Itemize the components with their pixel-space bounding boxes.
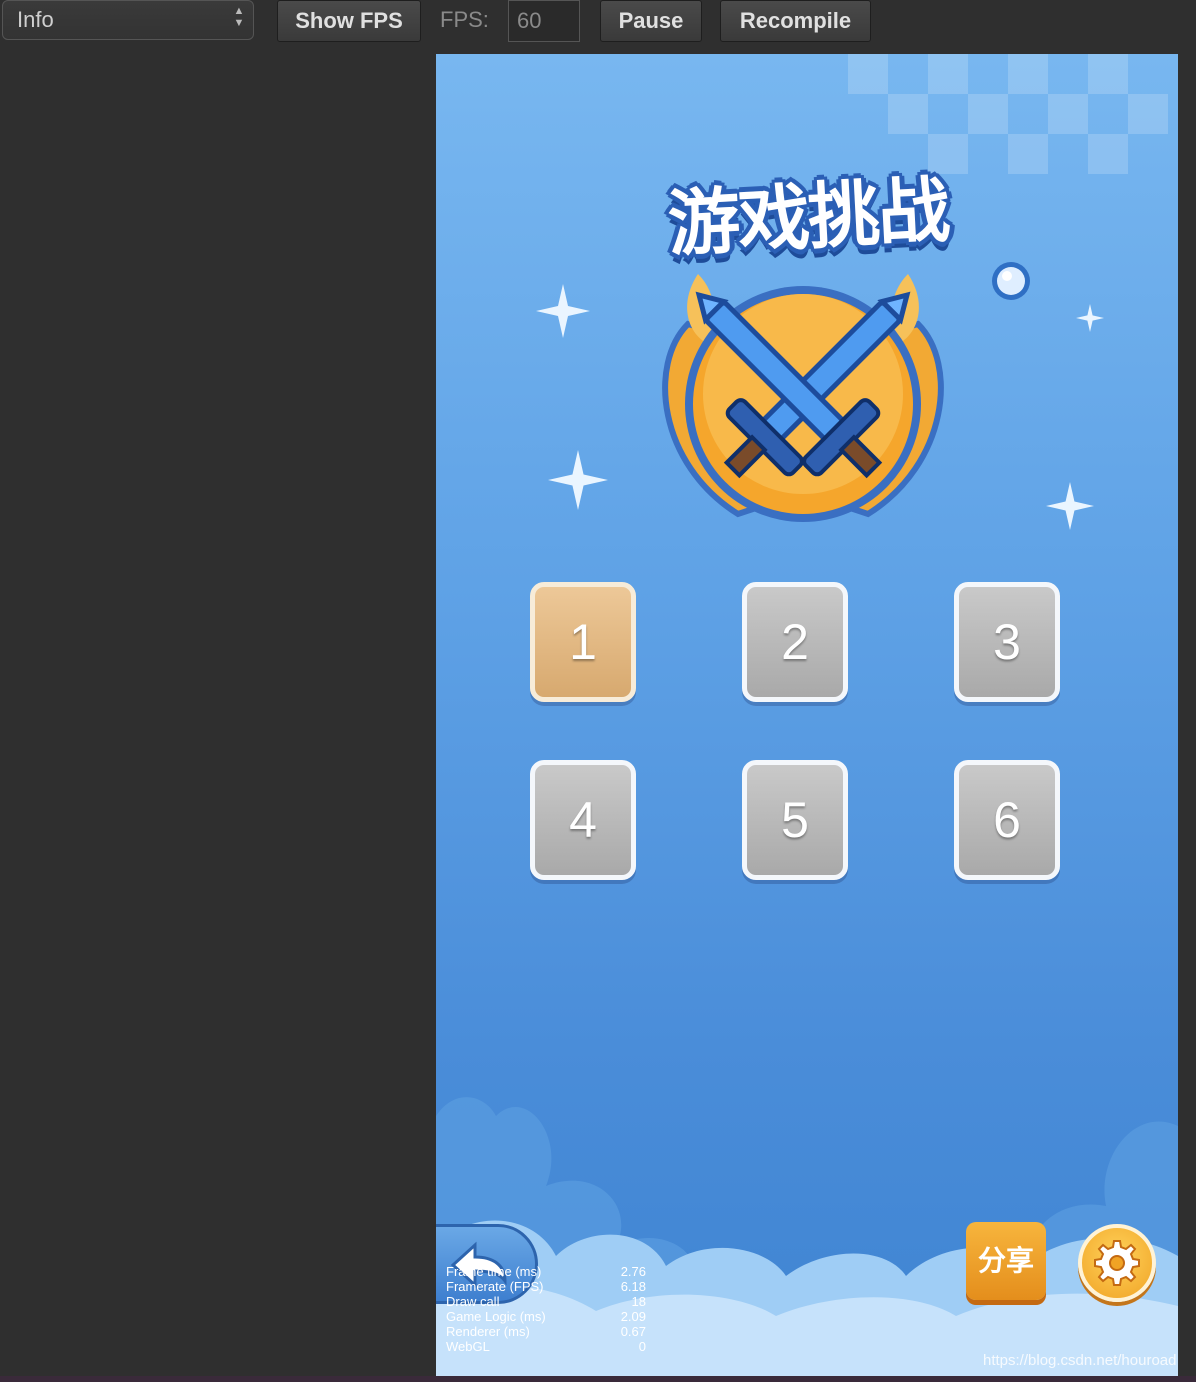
stat-value: 2.09 — [620, 1309, 646, 1324]
select-arrows-icon: ▲ ▼ — [233, 5, 245, 29]
level-button-6[interactable]: 6 — [954, 760, 1060, 880]
stat-row: Framerate (FPS) 6.18 — [446, 1279, 646, 1294]
game-title: 游戏挑战 — [665, 167, 951, 267]
bottom-strip — [0, 1376, 1196, 1382]
stat-row: Game Logic (ms) 2.09 — [446, 1309, 646, 1324]
stat-label: WebGL — [446, 1339, 490, 1354]
sparkle-icon — [1046, 482, 1094, 530]
watermark: https://blog.csdn.net/houroad — [983, 1352, 1177, 1369]
settings-button[interactable] — [1078, 1224, 1156, 1302]
stat-label: Renderer (ms) — [446, 1324, 530, 1339]
mode-select-value: Info — [17, 7, 54, 32]
level-button-1[interactable]: 1 — [530, 582, 636, 702]
recompile-button[interactable]: Recompile — [720, 0, 871, 42]
level-button-2[interactable]: 2 — [742, 582, 848, 702]
sparkle-icon — [1076, 304, 1104, 332]
game-canvas[interactable]: 游戏挑战 1 2 3 4 5 6 分享 Frame time (ms) 2.76… — [436, 54, 1178, 1376]
sparkle-icon — [536, 284, 590, 338]
show-fps-button[interactable]: Show FPS — [277, 0, 421, 42]
stat-value: 0 — [638, 1339, 646, 1354]
editor-toolbar: Info ▲ ▼ Show FPS FPS: 60 Pause Recompile — [0, 0, 1196, 44]
level-button-3[interactable]: 3 — [954, 582, 1060, 702]
level-button-5[interactable]: 5 — [742, 760, 848, 880]
stat-value: 18 — [631, 1294, 646, 1309]
bubble-icon — [992, 262, 1030, 300]
fps-label: FPS: — [440, 7, 489, 32]
mode-select[interactable]: Info ▲ ▼ — [2, 0, 254, 40]
stat-label: Frame time (ms) — [446, 1264, 542, 1279]
stat-label: Framerate (FPS) — [446, 1279, 544, 1294]
fps-input[interactable]: 60 — [508, 0, 580, 42]
stat-value: 6.18 — [620, 1279, 646, 1294]
stat-value: 0.67 — [620, 1324, 646, 1339]
share-button[interactable]: 分享 — [966, 1222, 1046, 1300]
stat-label: Game Logic (ms) — [446, 1309, 546, 1324]
stat-row: Frame time (ms) 2.76 — [446, 1264, 646, 1279]
level-button-4[interactable]: 4 — [530, 760, 636, 880]
profiler-stats: Frame time (ms) 2.76 Framerate (FPS) 6.1… — [446, 1264, 646, 1354]
pause-button[interactable]: Pause — [600, 0, 702, 42]
stat-value: 2.76 — [620, 1264, 646, 1279]
crossed-swords-icon — [662, 274, 944, 522]
stat-row: Draw call 18 — [446, 1294, 646, 1309]
checker-pattern — [848, 54, 1168, 174]
gear-icon — [1094, 1240, 1140, 1286]
stat-row: Renderer (ms) 0.67 — [446, 1324, 646, 1339]
stat-label: Draw call — [446, 1294, 500, 1309]
stat-row: WebGL 0 — [446, 1339, 646, 1354]
sparkle-icon — [548, 450, 608, 510]
